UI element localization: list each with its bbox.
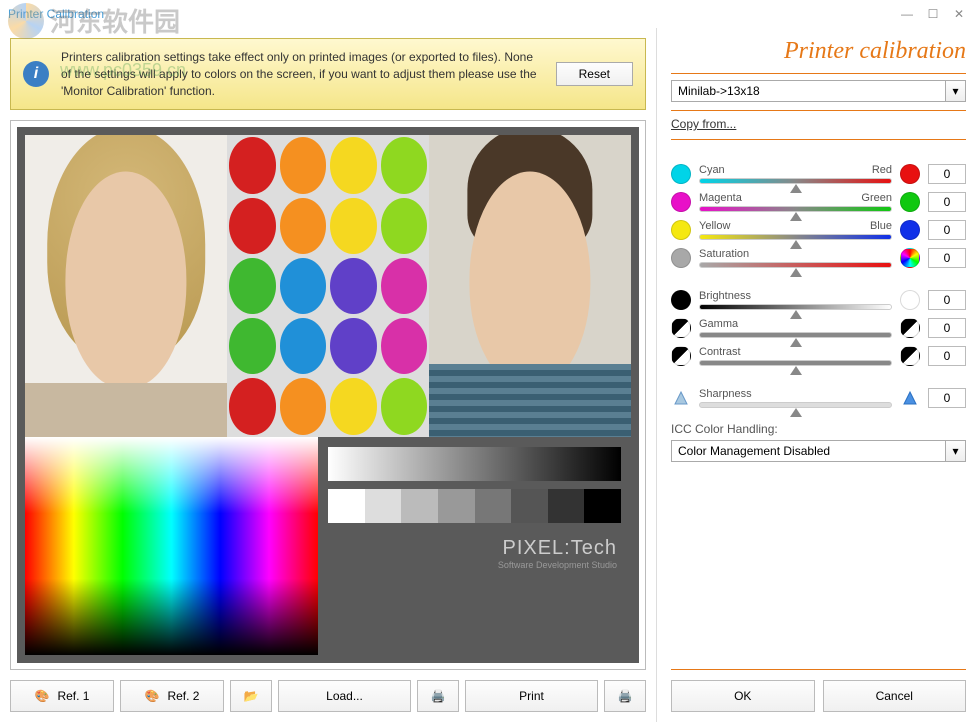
slider-magenta: Magenta Green 0 (671, 192, 966, 212)
icc-select[interactable]: Color Management Disabled (671, 440, 946, 462)
slider-label-left: Yellow (699, 220, 730, 232)
slider-left-icon (671, 220, 691, 240)
slider-left-icon (671, 318, 691, 338)
slider-label-left: Gamma (699, 318, 738, 330)
slider-saturation: Saturation 0 (671, 248, 966, 268)
slider-right-icon (900, 248, 920, 268)
slider-right-icon (900, 164, 920, 184)
chevron-down-icon: ▾ (952, 444, 958, 458)
ref2-button[interactable]: 🎨 Ref. 2 (120, 680, 224, 712)
slider-label-left: Saturation (699, 248, 749, 260)
slider-track[interactable] (699, 262, 892, 268)
slider-value[interactable]: 0 (928, 388, 966, 408)
slider-right-icon (900, 220, 920, 240)
slider-track[interactable] (699, 332, 892, 338)
slider-value[interactable]: 0 (928, 346, 966, 366)
reset-button[interactable]: Reset (556, 62, 633, 86)
slider-left-icon (671, 164, 691, 184)
palette-icon: 🎨 (145, 689, 160, 703)
slider-track[interactable] (699, 360, 892, 366)
panel-title: Printer calibration (671, 38, 966, 65)
slider-track[interactable] (699, 402, 892, 408)
slider-contrast: Contrast 0 (671, 346, 966, 366)
slider-left-icon (671, 346, 691, 366)
icc-label: ICC Color Handling: (671, 422, 966, 436)
info-icon: i (23, 61, 49, 87)
load-folder-button[interactable]: 📂 (230, 680, 272, 712)
slider-right-icon (900, 346, 920, 366)
slider-left-icon (671, 388, 691, 408)
sample-photo-cupcakes (227, 135, 429, 436)
folder-icon: 📂 (244, 689, 259, 703)
color-spectrum (25, 437, 318, 655)
slider-right-icon (900, 318, 920, 338)
minimize-button[interactable]: — (894, 4, 920, 24)
brand-label: PIXEL:Tech Software Development Studio (328, 531, 621, 570)
copy-from-link[interactable]: Copy from... (671, 117, 966, 131)
info-text: Printers calibration settings take effec… (61, 49, 544, 99)
slider-label-right: Blue (870, 220, 892, 232)
slider-left-icon (671, 192, 691, 212)
slider-value[interactable]: 0 (928, 290, 966, 310)
slider-label-right: Green (861, 192, 892, 204)
slider-right-icon (900, 290, 920, 310)
slider-yellow: Yellow Blue 0 (671, 220, 966, 240)
chevron-down-icon: ▾ (952, 84, 958, 98)
slider-label-left: Magenta (699, 192, 742, 204)
slider-value[interactable]: 0 (928, 248, 966, 268)
slider-right-icon (900, 388, 920, 408)
printer-icon-button[interactable]: 🖨️ (417, 680, 459, 712)
slider-label-right: Red (872, 164, 892, 176)
profile-input[interactable] (671, 80, 946, 102)
grayscale-gradient (328, 447, 621, 481)
slider-label-left: Contrast (699, 346, 741, 358)
slider-left-icon (671, 248, 691, 268)
profile-dropdown-button[interactable]: ▾ (946, 80, 966, 102)
maximize-button[interactable]: ☐ (920, 4, 946, 24)
slider-value[interactable]: 0 (928, 192, 966, 212)
printer-icon: 🖨️ (431, 689, 446, 703)
icc-dropdown-button[interactable]: ▾ (946, 440, 966, 462)
ok-button[interactable]: OK (671, 680, 815, 712)
slider-value[interactable]: 0 (928, 220, 966, 240)
slider-track[interactable] (699, 178, 892, 184)
slider-label-left: Sharpness (699, 388, 752, 400)
slider-left-icon (671, 290, 691, 310)
print-settings-button[interactable]: 🖨️ (604, 680, 646, 712)
close-button[interactable]: ✕ (946, 4, 972, 24)
slider-track[interactable] (699, 206, 892, 212)
info-banner: i Printers calibration settings take eff… (10, 38, 646, 110)
slider-track[interactable] (699, 304, 892, 310)
slider-sharpness: Sharpness 0 (671, 388, 966, 408)
grayscale-steps (328, 489, 621, 523)
slider-value[interactable]: 0 (928, 318, 966, 338)
print-button[interactable]: Print (465, 680, 598, 712)
slider-track[interactable] (699, 234, 892, 240)
slider-gamma: Gamma 0 (671, 318, 966, 338)
sample-photo-man (429, 135, 631, 436)
slider-brightness: Brightness 0 (671, 290, 966, 310)
palette-icon: 🎨 (35, 689, 50, 703)
slider-right-icon (900, 192, 920, 212)
printer-gear-icon: 🖨️ (618, 689, 633, 703)
cancel-button[interactable]: Cancel (823, 680, 967, 712)
slider-label-left: Cyan (699, 164, 725, 176)
slider-value[interactable]: 0 (928, 164, 966, 184)
sample-photo-woman (25, 135, 227, 436)
slider-label-left: Brightness (699, 290, 751, 302)
slider-cyan: Cyan Red 0 (671, 164, 966, 184)
load-button[interactable]: Load... (278, 680, 411, 712)
ref1-button[interactable]: 🎨 Ref. 1 (10, 680, 114, 712)
window-title: Printer Calibration (8, 7, 104, 21)
preview-area: PIXEL:Tech Software Development Studio (10, 120, 646, 670)
